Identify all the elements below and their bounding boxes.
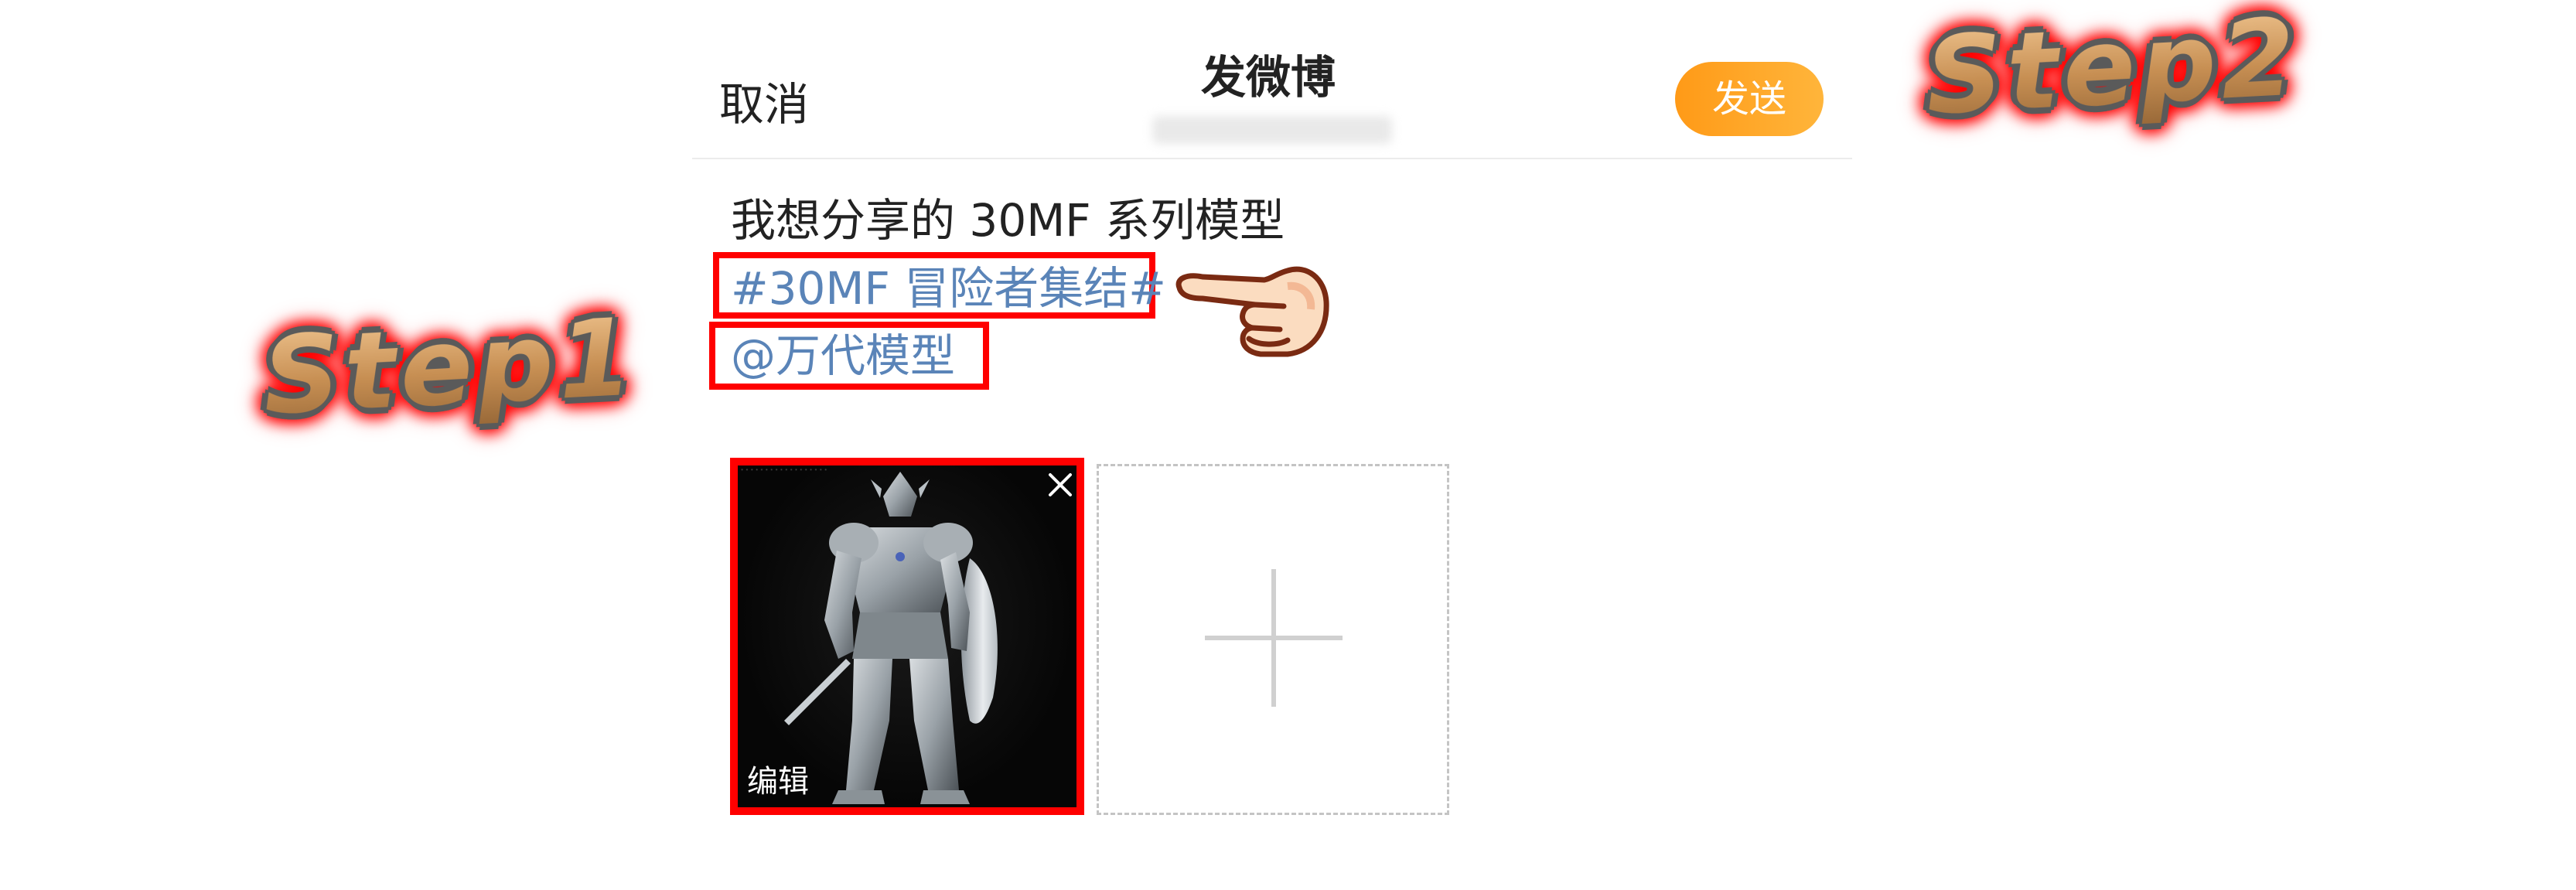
close-icon[interactable] bbox=[1046, 470, 1075, 500]
pointing-hand-icon bbox=[1175, 266, 1329, 357]
mention-link[interactable]: @万代模型 bbox=[731, 325, 955, 387]
robot-figure-image bbox=[784, 472, 998, 804]
send-button[interactable]: 发送 bbox=[1675, 62, 1824, 136]
header-divider bbox=[692, 158, 1852, 159]
compose-text-line[interactable]: 我想分享的 30MF 系列模型 bbox=[731, 189, 1285, 251]
page-title: 发微博 bbox=[1200, 51, 1336, 104]
topic-tag-link[interactable]: #30MF 冒险者集结# bbox=[731, 257, 1166, 319]
step1-annotation: Step1 bbox=[260, 295, 640, 439]
step2-annotation: Step2 bbox=[1923, 0, 2303, 139]
image-caption-tiny: · · · · · · · · · · · · · · · · · · bbox=[741, 466, 827, 475]
plus-icon-vertical bbox=[1271, 569, 1276, 707]
cancel-button[interactable]: 取消 bbox=[719, 73, 809, 135]
edit-image-button[interactable]: 编辑 bbox=[747, 762, 809, 801]
attached-image[interactable] bbox=[738, 465, 1076, 807]
account-name-blurred bbox=[1152, 116, 1392, 144]
